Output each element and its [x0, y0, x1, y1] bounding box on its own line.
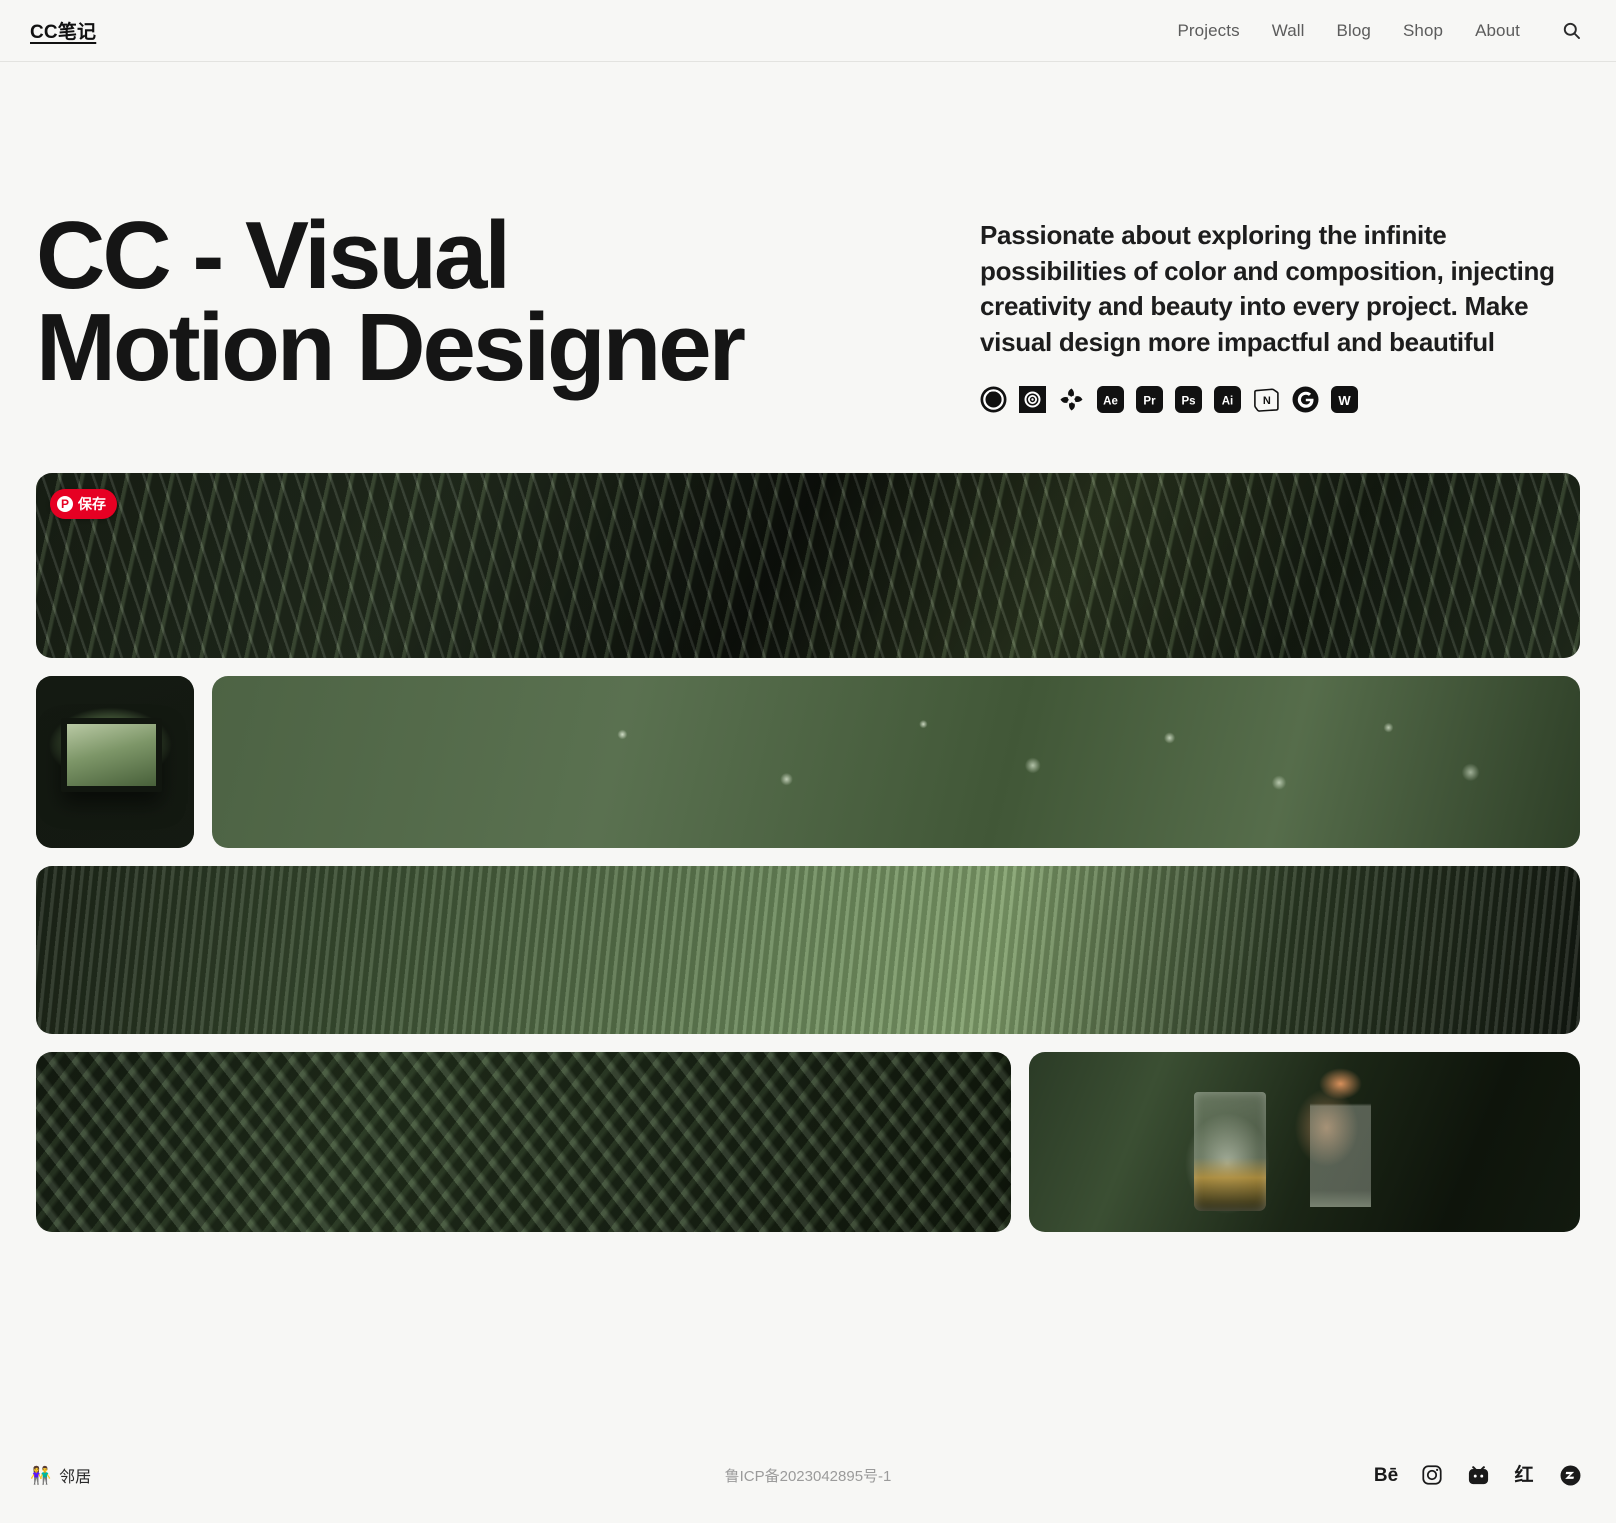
tile-striped-light[interactable] — [36, 866, 1580, 1035]
striped-light-image — [36, 866, 1580, 1035]
gallery-row-1: P 保存 — [36, 473, 1580, 659]
pinterest-save-label: 保存 — [78, 496, 106, 513]
window-image — [36, 676, 194, 849]
gallery-row-4 — [36, 1052, 1580, 1233]
image-gallery: P 保存 — [0, 413, 1616, 1233]
svg-text:W: W — [1338, 393, 1351, 408]
water-droplets-image — [212, 676, 1580, 849]
notion-icon: N — [1253, 386, 1280, 413]
palm-leaves-image — [36, 473, 1580, 659]
svg-text:Ae: Ae — [1103, 396, 1118, 408]
cocktail-glasses-image — [1029, 1052, 1580, 1233]
cinema4d-spiral-icon — [1019, 386, 1046, 414]
tile-palm-leaves[interactable]: P 保存 — [36, 473, 1580, 659]
icp-license-text[interactable]: 鲁ICP备2023042895号-1 — [725, 1468, 892, 1485]
neighbors-emoji-icon: 👫 — [30, 1465, 52, 1485]
wordpress-icon: W — [1331, 386, 1358, 414]
svg-text:Ps: Ps — [1181, 396, 1195, 408]
hero-section: CC - Visual Motion Designer Passionate a… — [0, 62, 1616, 414]
instagram-icon[interactable] — [1420, 1463, 1444, 1487]
site-header: CC笔记 Projects Wall Blog Shop About — [0, 0, 1616, 62]
tile-water-droplets[interactable] — [212, 676, 1580, 849]
page-title: CC - Visual Motion Designer — [36, 208, 746, 402]
tile-window[interactable] — [36, 676, 194, 849]
google-icon — [1292, 386, 1319, 413]
nav-item-shop[interactable]: Shop — [1403, 21, 1443, 41]
illustrator-icon: Ai — [1214, 386, 1241, 414]
svg-text:Pr: Pr — [1143, 396, 1156, 408]
nav-item-about[interactable]: About — [1475, 21, 1520, 41]
tile-rope-texture[interactable] — [36, 1052, 1011, 1233]
search-icon[interactable] — [1558, 18, 1584, 44]
hero-tagline: Passionate about exploring the infinite … — [980, 220, 1555, 357]
xiaohongshu-label: 红 — [1514, 1464, 1534, 1486]
headline-line-1: CC - Visual — [36, 202, 511, 309]
nav-item-wall[interactable]: Wall — [1272, 21, 1305, 41]
bilibili-icon[interactable] — [1466, 1463, 1490, 1487]
cinema4d-icon — [980, 386, 1007, 413]
behance-icon[interactable]: Bē — [1374, 1463, 1398, 1487]
premiere-pro-icon: Pr — [1136, 386, 1163, 414]
site-footer: 👫 邻居 鲁ICP备2023042895号-1 Bē 红 — [0, 1427, 1616, 1523]
pinterest-icon: P — [57, 496, 73, 513]
gallery-row-3 — [36, 866, 1580, 1035]
neighbors-label: 邻居 — [59, 1469, 92, 1486]
zcool-icon[interactable] — [1558, 1463, 1582, 1487]
photoshop-icon: Ps — [1175, 386, 1202, 414]
xiaohongshu-icon[interactable]: 红 — [1512, 1463, 1536, 1487]
nav-item-blog[interactable]: Blog — [1337, 21, 1371, 41]
site-logo[interactable]: CC笔记 — [30, 17, 96, 44]
behance-label: Bē — [1373, 1464, 1399, 1486]
social-links: Bē 红 — [1374, 1463, 1582, 1487]
neighbors-link[interactable]: 👫 邻居 — [30, 1463, 91, 1487]
software-icon-row: Ae Pr Ps Ai N W — [980, 386, 1580, 414]
svg-text:N: N — [1263, 396, 1271, 408]
main-navigation: Projects Wall Blog Shop About — [1177, 18, 1584, 44]
headline-line-2: Motion Designer — [36, 294, 746, 402]
gallery-row-2 — [36, 676, 1580, 849]
after-effects-icon: Ae — [1097, 386, 1124, 414]
houdini-icon — [1058, 386, 1085, 413]
svg-text:Ai: Ai — [1222, 396, 1234, 408]
page-root: CC笔记 Projects Wall Blog Shop About CC - … — [0, 0, 1616, 1523]
tile-cocktail-glasses[interactable] — [1029, 1052, 1580, 1233]
pinterest-save-button[interactable]: P 保存 — [50, 489, 117, 520]
nav-item-projects[interactable]: Projects — [1177, 21, 1239, 41]
rope-texture-image — [36, 1052, 1011, 1233]
hero-right-column: Passionate about exploring the infinite … — [980, 210, 1580, 414]
